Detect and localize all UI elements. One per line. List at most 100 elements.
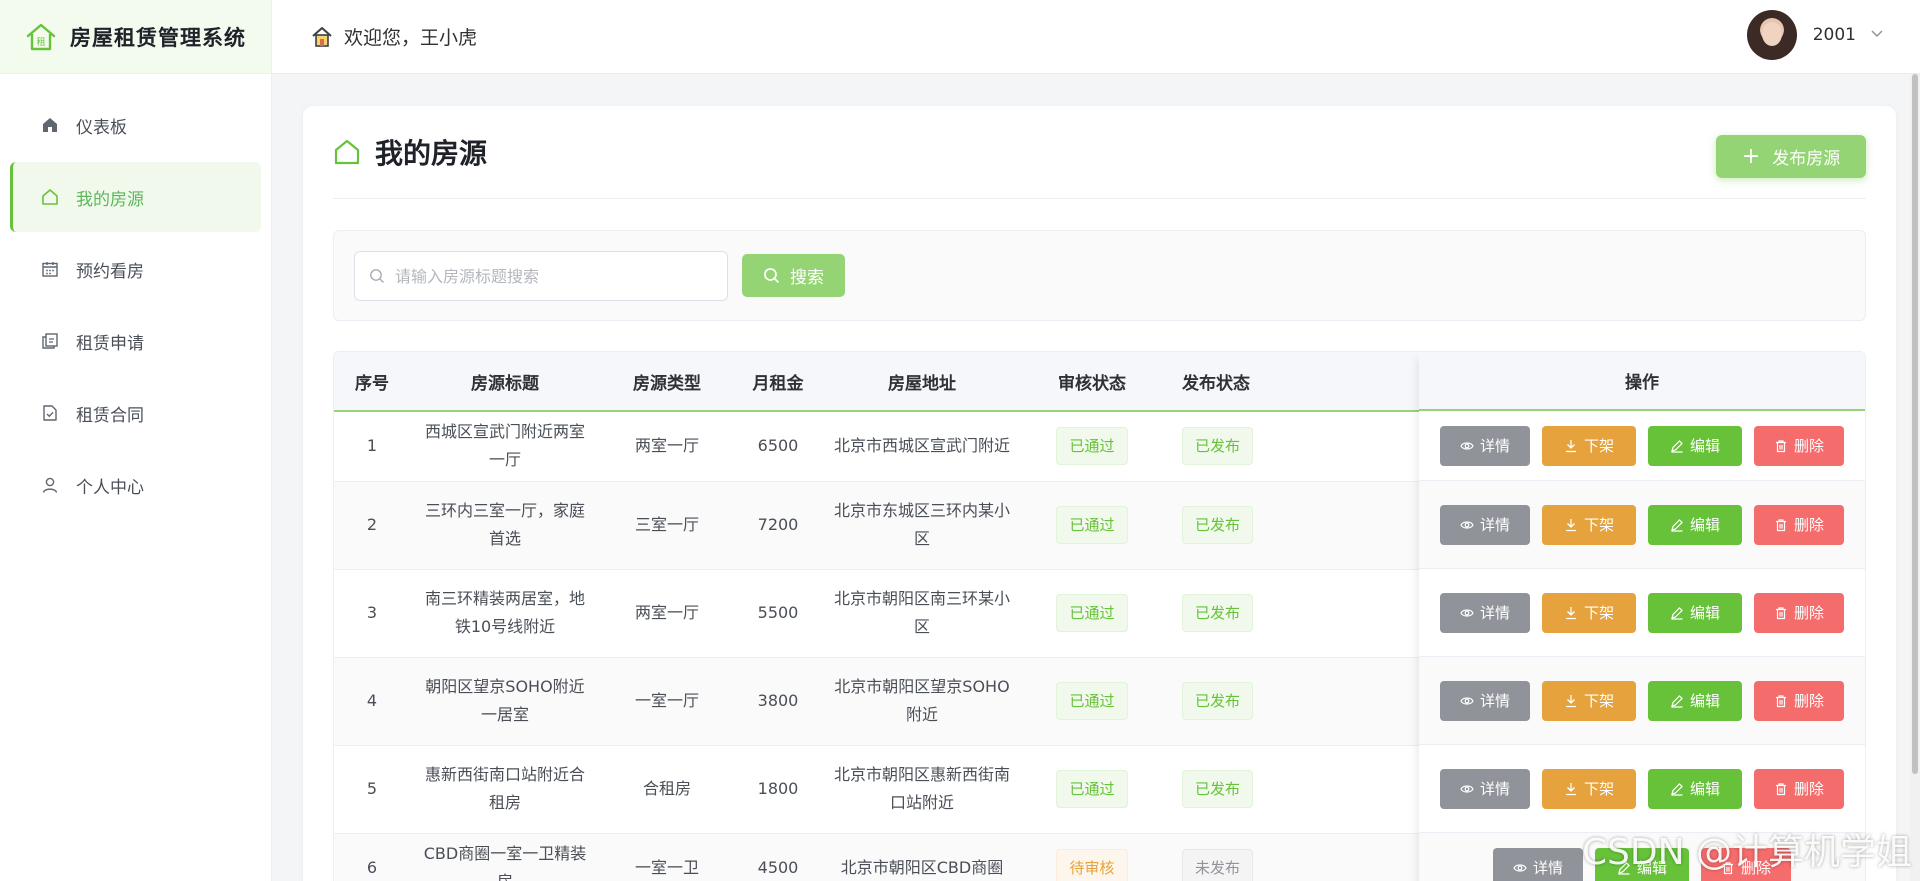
sidebar-item-label: 租赁合同 (76, 405, 144, 426)
sidebar-item-label: 个人中心 (76, 477, 144, 498)
sidebar-item-label: 我的房源 (76, 189, 144, 210)
username[interactable]: 2001 (1813, 25, 1856, 45)
column-header[interactable]: 房源标题 (410, 352, 600, 412)
edit-button[interactable]: 编辑 (1648, 425, 1742, 466)
column-header[interactable]: 月租金 (734, 352, 822, 412)
logo-text: 租 (36, 37, 45, 48)
sidebar-item-profile[interactable]: 个人中心 (10, 450, 261, 520)
listings-table: 序号 房源标题 房源类型 月租金 房屋地址 审核状态 发布状态 1 西城区宣武门… (333, 351, 1866, 881)
sidebar-item-viewing-appointments[interactable]: 预约看房 (10, 234, 261, 304)
row-actions: 详情 下架 编辑 删除 (1419, 411, 1865, 481)
review-status-badge: 已通过 (1056, 682, 1128, 720)
document-checked-icon (40, 403, 60, 423)
delete-button[interactable]: 删除 (1754, 592, 1844, 633)
row-actions: 详情 下架 编辑 删除 (1419, 569, 1865, 657)
eye-icon (1460, 784, 1474, 793)
cell-rent: 3800 (734, 657, 822, 746)
listings-card: 我的房源 + 发布房源 搜索 序号 房源标题 房源类型 (303, 106, 1896, 881)
download-icon (1565, 439, 1576, 452)
calendar-icon (40, 259, 60, 279)
cell-address: 北京市朝阳区望京SOHO附近 (822, 657, 1022, 746)
search-icon (764, 268, 780, 284)
search-input[interactable] (395, 266, 715, 286)
eye-icon (1460, 441, 1474, 450)
sidebar-item-dashboard[interactable]: 仪表板 (10, 90, 261, 160)
row-actions: 详情 下架 编辑 删除 (1419, 745, 1865, 833)
cell-type: 一室一卫 (600, 833, 734, 881)
download-icon (1565, 782, 1576, 795)
edit-button[interactable]: 编辑 (1595, 847, 1689, 881)
eye-icon (1460, 696, 1474, 705)
cell-rent: 6500 (734, 411, 822, 482)
review-status-badge: 待审核 (1056, 849, 1128, 881)
scrollbar-thumb[interactable] (1912, 74, 1918, 774)
edit-button[interactable]: 编辑 (1648, 680, 1742, 721)
column-header[interactable]: 审核状态 (1022, 352, 1162, 412)
page-title: 我的房源 (333, 132, 487, 172)
cell-address: 北京市朝阳区CBD商圈 (822, 833, 1022, 881)
cell-rent: 7200 (734, 481, 822, 570)
offline-button[interactable]: 下架 (1542, 425, 1636, 466)
avatar[interactable] (1746, 10, 1797, 60)
column-header[interactable]: 发布状态 (1162, 352, 1312, 412)
sidebar-item-rental-applications[interactable]: 租赁申请 (10, 306, 261, 376)
offline-button[interactable]: 下架 (1542, 768, 1636, 809)
user-menu[interactable]: 2001 (1746, 10, 1884, 60)
offline-button[interactable]: 下架 (1542, 504, 1636, 545)
cell-address: 北京市朝阳区南三环某小区 (822, 569, 1022, 658)
edit-pen-icon (1618, 861, 1630, 875)
eye-icon (1460, 608, 1474, 617)
delete-button[interactable]: 删除 (1754, 425, 1844, 466)
top-header: 欢迎您，王小虎 2001 (272, 0, 1920, 74)
trash-icon (1775, 518, 1786, 531)
trash-icon (1722, 861, 1733, 874)
column-header[interactable]: 房源类型 (600, 352, 734, 412)
detail-button[interactable]: 详情 (1440, 592, 1530, 633)
publish-status-badge: 已发布 (1182, 682, 1254, 720)
trash-icon (1775, 694, 1786, 707)
column-header[interactable]: 操作 (1419, 352, 1865, 411)
search-field[interactable] (354, 251, 728, 301)
delete-button[interactable]: 删除 (1754, 504, 1844, 545)
detail-button[interactable]: 详情 (1440, 680, 1530, 721)
offline-button[interactable]: 下架 (1542, 680, 1636, 721)
cell-title: 西城区宣武门附近两室一厅 (410, 411, 600, 482)
logo-house-icon: 租 (26, 23, 56, 50)
detail-button[interactable]: 详情 (1493, 847, 1583, 881)
offline-button[interactable]: 下架 (1542, 592, 1636, 633)
column-header[interactable]: 房屋地址 (822, 352, 1022, 412)
search-button[interactable]: 搜索 (742, 254, 845, 297)
cell-title: 朝阳区望京SOHO附近一居室 (410, 657, 600, 746)
page-title-text: 我的房源 (375, 137, 488, 170)
trash-icon (1775, 782, 1786, 795)
eye-icon (1460, 520, 1474, 529)
publish-listing-button[interactable]: + 发布房源 (1716, 135, 1866, 178)
eye-icon (1513, 863, 1527, 872)
sidebar-item-my-listings[interactable]: 我的房源 (10, 162, 261, 232)
brand: 租 房屋租赁管理系统 (0, 0, 271, 74)
cell-no: 5 (334, 745, 410, 834)
delete-button[interactable]: 删除 (1754, 768, 1844, 809)
row-actions: 详情 编辑 删除 (1419, 833, 1865, 881)
detail-button[interactable]: 详情 (1440, 504, 1530, 545)
cell-address: 北京市朝阳区惠新西街南口站附近 (822, 745, 1022, 834)
download-icon (1565, 518, 1576, 531)
delete-button[interactable]: 删除 (1701, 847, 1791, 881)
house-outline-icon (334, 139, 360, 165)
download-icon (1565, 606, 1576, 619)
detail-button[interactable]: 详情 (1440, 425, 1530, 466)
edit-button[interactable]: 编辑 (1648, 592, 1742, 633)
delete-button[interactable]: 删除 (1754, 680, 1844, 721)
sidebar-item-rental-contracts[interactable]: 租赁合同 (10, 378, 261, 448)
edit-button[interactable]: 编辑 (1648, 768, 1742, 809)
edit-button[interactable]: 编辑 (1648, 504, 1742, 545)
column-header[interactable]: 序号 (334, 352, 410, 412)
cell-no: 1 (334, 411, 410, 482)
cell-address: 北京市西城区宣武门附近 (822, 411, 1022, 482)
page-scrollbar[interactable] (1910, 74, 1920, 881)
sidebar: 租 房屋租赁管理系统 仪表板 我的房源 预约看房 租赁申请 租赁合同 个人中心 (0, 0, 272, 881)
chevron-down-icon[interactable] (1870, 27, 1884, 43)
publish-status-badge: 已发布 (1182, 770, 1254, 808)
search-panel: 搜索 (333, 230, 1866, 321)
detail-button[interactable]: 详情 (1440, 768, 1530, 809)
